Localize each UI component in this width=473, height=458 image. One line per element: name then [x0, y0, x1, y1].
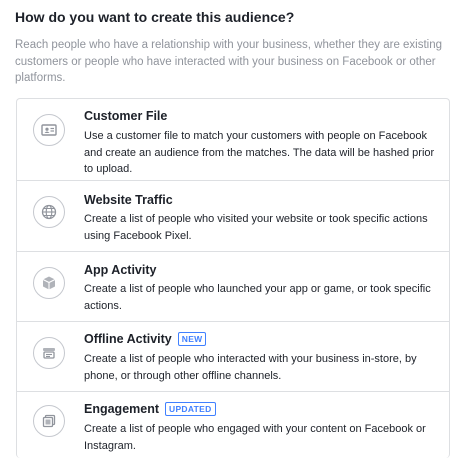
option-description: Create a list of people who interacted w… [84, 353, 417, 382]
option-title: Offline Activity NEW [84, 332, 207, 346]
globe-icon [33, 196, 65, 228]
option-description: Create a list of people who visited your… [84, 213, 428, 242]
new-badge: NEW [177, 332, 207, 346]
engagement-icon [33, 405, 65, 437]
option-title: Engagement UPDATED [84, 402, 216, 416]
audience-options-list: Customer File Use a customer file to mat… [16, 98, 450, 458]
page-description: Reach people who have a relationship wit… [15, 39, 443, 84]
option-title: App Activity [84, 263, 157, 277]
option-title: Customer File [84, 109, 168, 123]
page-title: How do you want to create this audience? [15, 9, 295, 25]
option-title: Website Traffic [84, 193, 173, 207]
option-customer-file[interactable]: Customer File Use a customer file to mat… [17, 99, 449, 181]
contact-card-icon [33, 114, 65, 146]
option-description: Create a list of people who launched you… [84, 283, 431, 312]
option-website-traffic[interactable]: Website Traffic Create a list of people … [17, 181, 449, 252]
option-description: Create a list of people who engaged with… [84, 423, 426, 452]
option-engagement[interactable]: Engagement UPDATED Create a list of peopl… [17, 392, 449, 458]
store-icon [33, 337, 65, 369]
option-app-activity[interactable]: App Activity Create a list of people who… [17, 252, 449, 322]
cube-icon [33, 267, 65, 299]
updated-badge: UPDATED [165, 402, 216, 416]
option-description: Use a customer file to match your custom… [84, 130, 435, 175]
option-offline-activity[interactable]: Offline Activity NEW Create a list of peo… [17, 322, 449, 392]
